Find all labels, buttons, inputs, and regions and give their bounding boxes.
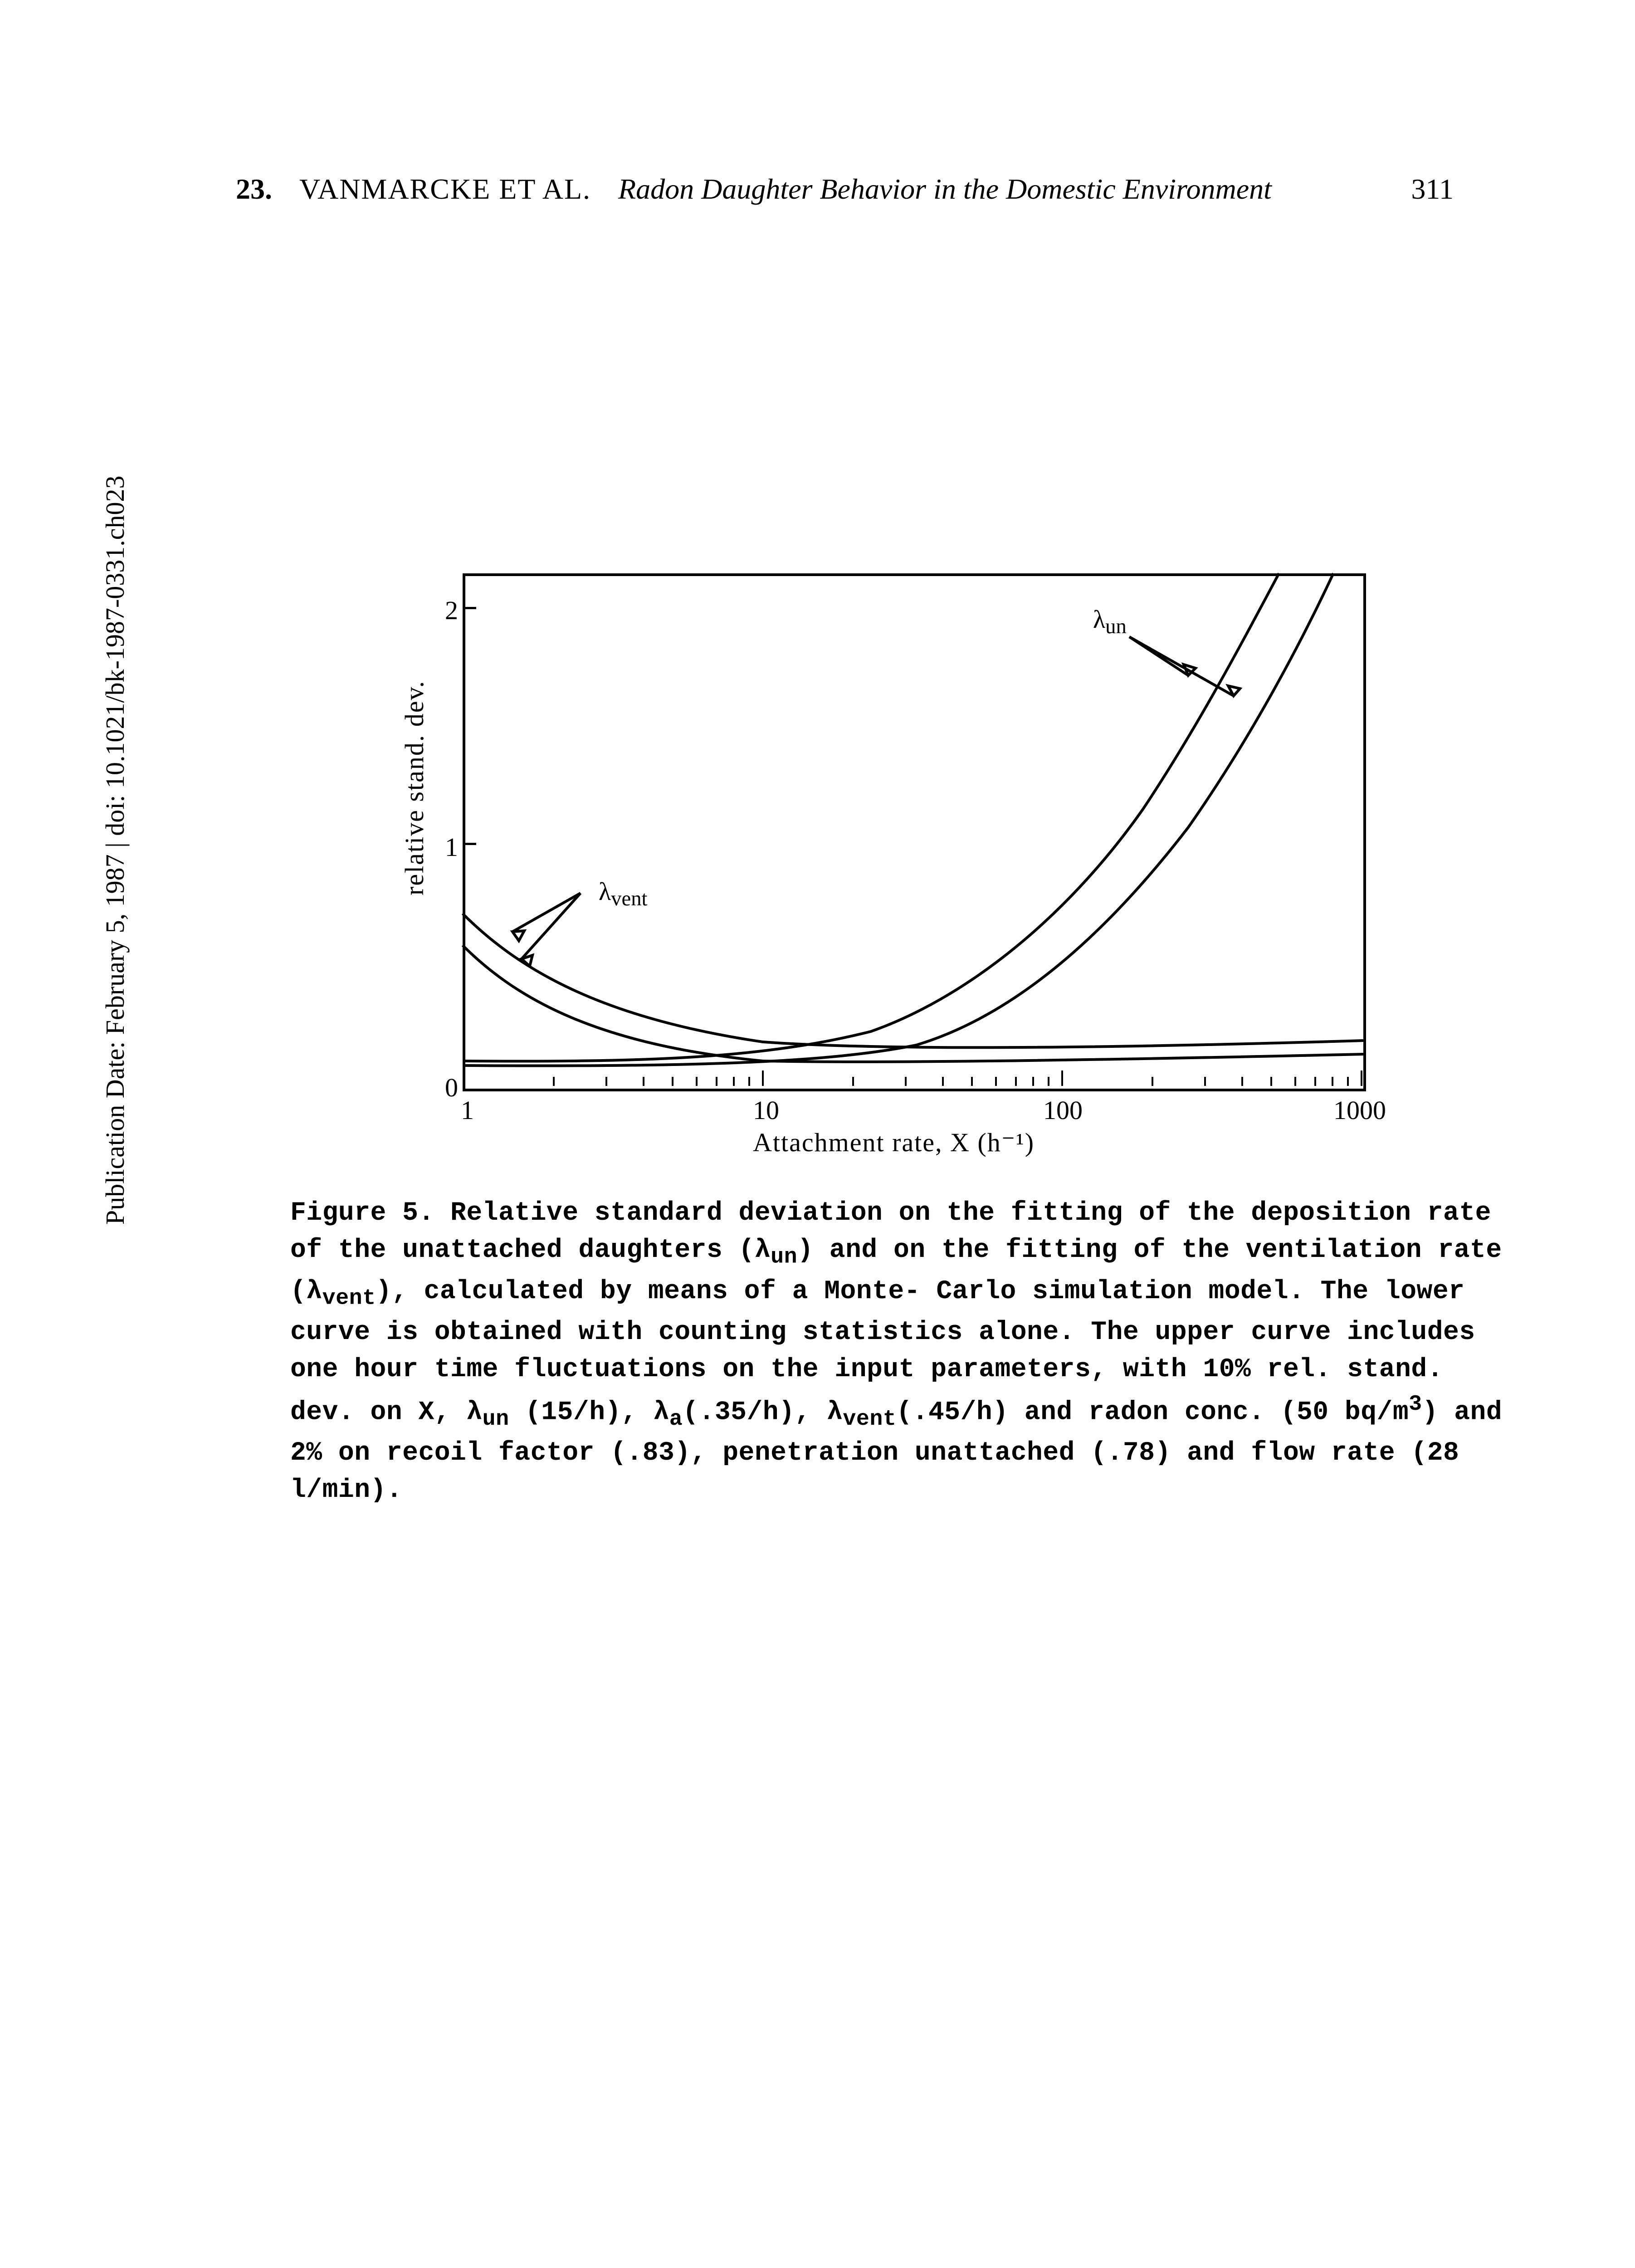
x-tick-mark: [696, 1077, 698, 1086]
cap-sup-3: 3: [1409, 1392, 1422, 1417]
x-tick-mark: [1314, 1077, 1316, 1086]
page-footer: In Radon and Its Decay Products; Hopke, …: [0, 2260, 1635, 2268]
page: Publication Date: February 5, 1987 | doi…: [0, 0, 1635, 2268]
x-tick-mark: [905, 1077, 907, 1086]
xtick-1000: 1000: [1333, 1095, 1386, 1125]
x-tick-mark: [1061, 1070, 1063, 1086]
running-title: Radon Daughter Behavior in the Domestic …: [618, 172, 1384, 206]
x-tick-mark: [1294, 1077, 1296, 1086]
authors: VANMARCKE ET AL.: [299, 172, 591, 206]
chapter-number: 23.: [236, 172, 272, 206]
arrowhead-vent-1: [512, 931, 524, 941]
lambda-vent-sub: vent: [611, 887, 647, 910]
x-tick-mark: [1204, 1077, 1206, 1086]
x-tick-mark: [1361, 1070, 1362, 1086]
pointer-lambda-vent: [512, 893, 581, 959]
x-tick-mark: [463, 1070, 464, 1086]
x-tick-mark: [1241, 1077, 1243, 1086]
x-tick-mark: [1332, 1077, 1333, 1086]
x-tick-mark: [733, 1077, 735, 1086]
x-tick-mark: [942, 1077, 944, 1086]
curve-lambda-un-lower: [463, 573, 1333, 1066]
x-tick-mark: [1015, 1077, 1017, 1086]
cap-sub-vent1: vent: [322, 1286, 376, 1310]
x-tick-mark: [995, 1077, 997, 1086]
page-number: 311: [1411, 172, 1454, 206]
x-tick-mark: [1048, 1077, 1049, 1086]
x-tick-mark: [1347, 1077, 1349, 1086]
xtick-100: 100: [1043, 1095, 1083, 1125]
ytick-0: 0: [431, 1072, 458, 1103]
cap-p6: (.45/h) and radon conc. (50 bq/m: [896, 1398, 1409, 1427]
y-axis-label: relative stand. dev.: [399, 680, 429, 895]
x-tick-mark: [605, 1077, 607, 1086]
x-tick-mark: [762, 1070, 764, 1086]
figure: 0 1 2 1 10 100 1000 relative stand. dev.…: [290, 560, 1379, 1510]
x-axis-label: Attachment rate, X (h⁻¹): [753, 1127, 1035, 1158]
curve-lambda-un-upper: [463, 573, 1279, 1061]
ytick-1: 1: [431, 832, 458, 862]
chart-curves: [463, 573, 1363, 1089]
cap-sub-a: a: [669, 1406, 683, 1431]
lambda-vent-text: λ: [599, 878, 611, 906]
ytick-2: 2: [431, 595, 458, 626]
cap-sub-un1: un: [771, 1245, 797, 1270]
figure-caption: Figure 5. Relative standard deviation on…: [290, 1195, 1506, 1510]
label-lambda-vent: λvent: [599, 877, 647, 911]
cap-sub-un2: un: [483, 1406, 509, 1431]
chart: 0 1 2 1 10 100 1000 relative stand. dev.…: [381, 560, 1379, 1158]
x-tick-mark: [553, 1077, 555, 1086]
x-tick-mark: [672, 1077, 674, 1086]
footer-line-1: In Radon and Its Decay Products; Hopke, …: [0, 2260, 1635, 2268]
xtick-10: 10: [753, 1095, 779, 1125]
pointer-lambda-un: [1129, 637, 1234, 696]
label-lambda-un: λun: [1093, 605, 1127, 639]
lambda-un-text: λ: [1093, 606, 1105, 634]
x-tick-mark: [748, 1077, 750, 1086]
x-tick-mark: [852, 1077, 854, 1086]
x-tick-mark: [1152, 1077, 1153, 1086]
running-head: 23. VANMARCKE ET AL. Radon Daughter Beha…: [236, 172, 1454, 206]
x-tick-mark: [971, 1077, 973, 1086]
x-tick-mark: [643, 1077, 644, 1086]
cap-p5: (.35/h), λ: [683, 1398, 843, 1427]
lambda-un-sub: un: [1105, 615, 1127, 638]
side-citation: Publication Date: February 5, 1987 | doi…: [100, 476, 130, 1225]
x-tick-mark: [1032, 1077, 1034, 1086]
cap-p4: (15/h), λ: [509, 1398, 669, 1427]
xtick-1: 1: [461, 1095, 474, 1125]
cap-sub-vent2: vent: [843, 1406, 896, 1431]
x-tick-mark: [1270, 1077, 1272, 1086]
x-tick-mark: [716, 1077, 717, 1086]
